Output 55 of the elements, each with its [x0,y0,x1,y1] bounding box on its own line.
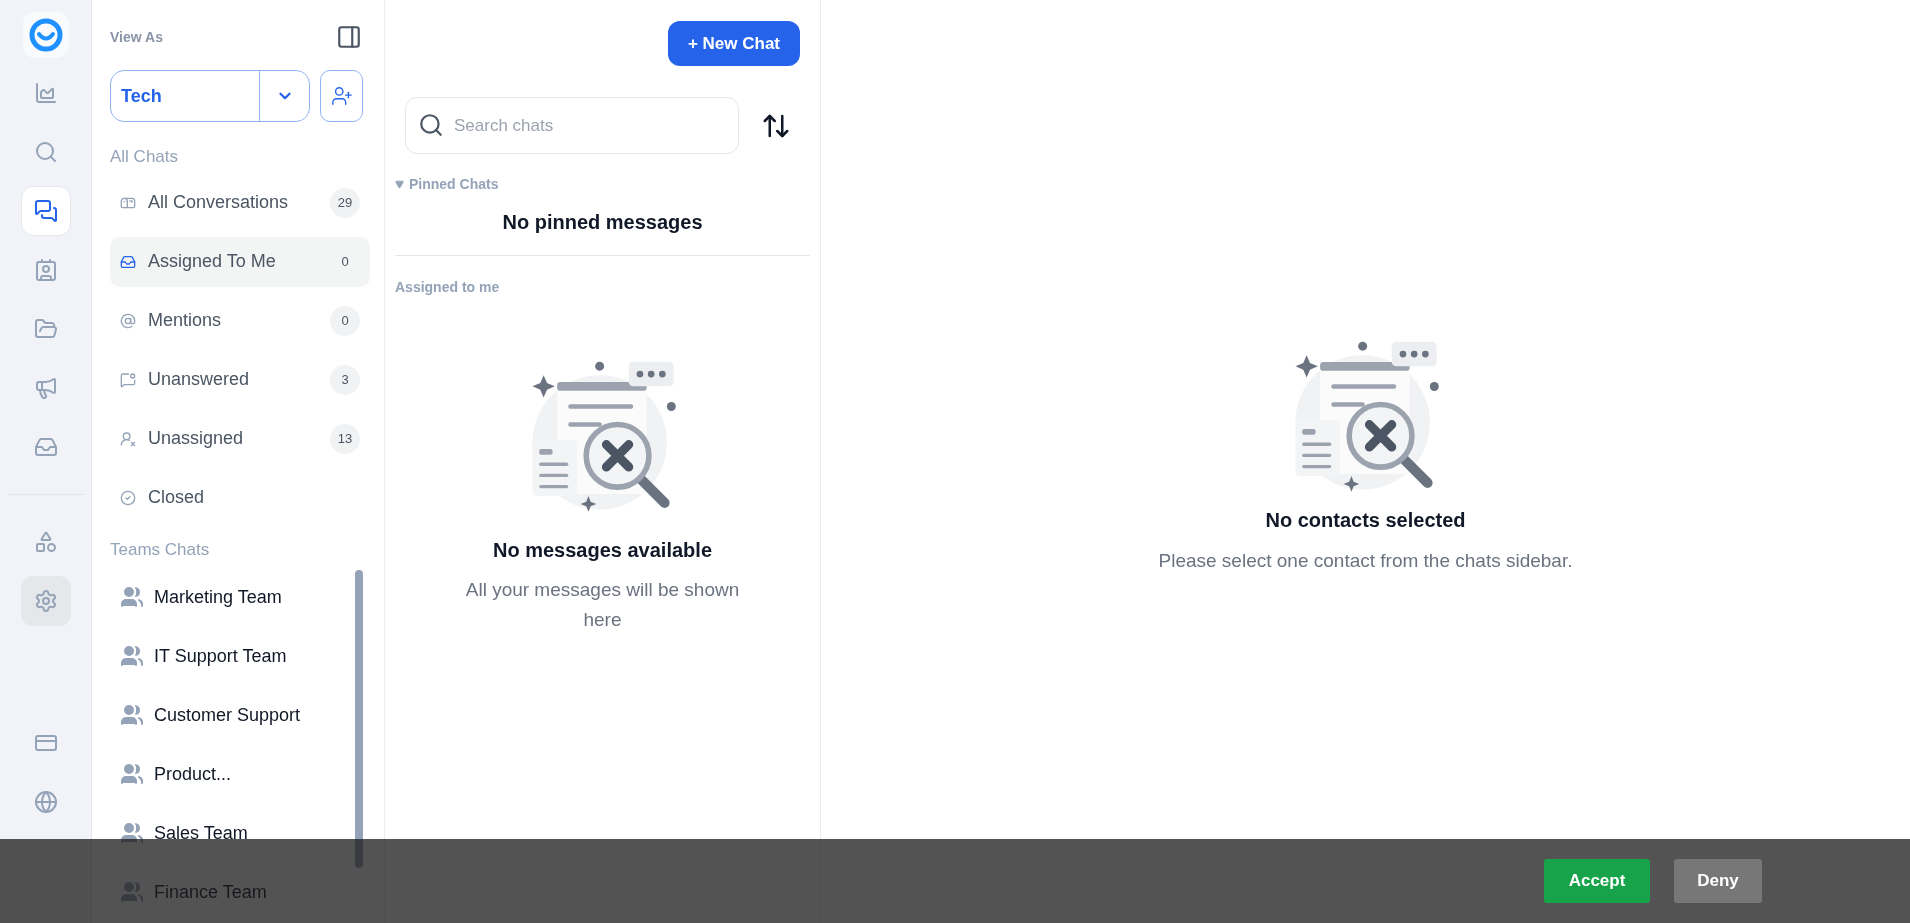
view-as-label: View As [110,27,163,47]
inbox-icon [33,435,58,459]
chart-icon [33,81,58,105]
settings-nav-button[interactable] [20,576,71,626]
empty-state-text: All your messages will be shown here [464,578,741,632]
group-icon [120,703,144,727]
section-heading: Teams Chats [110,538,211,561]
chat-filter-item[interactable]: Closed [110,472,370,523]
settings-icon [33,589,58,613]
count-label: 0 [341,311,349,330]
folder-icon [33,317,58,341]
count-label: 13 [337,429,353,448]
user-icon [120,430,136,447]
chat-filter-item[interactable]: Unanswered 3 [110,354,370,405]
count-label: 29 [337,193,353,212]
group-icon [120,762,144,786]
empty-state-text: Please select one contact from the chats sidebar. [1158,549,1573,573]
view-as-dropdown[interactable]: Tech [110,70,310,122]
message-icon [120,371,136,388]
logo-icon [28,18,63,52]
globe-icon [33,790,58,814]
team-chat-item[interactable]: Product... [120,759,232,789]
search-icon [418,112,444,138]
chat-filter-item[interactable]: Assigned To Me 0 [110,236,370,287]
panel-toggle-icon[interactable] [336,24,362,50]
add-user-button[interactable] [320,70,363,122]
contact-card-icon [33,258,58,282]
deny-button[interactable]: Deny [1674,859,1762,903]
megaphone-icon [33,376,58,400]
group-icon [120,644,144,668]
chat-filter-item[interactable]: Unassigned 13 [110,413,370,464]
caret-icon [395,180,404,189]
count-label: 3 [341,370,349,389]
section-heading: Assigned to me [395,278,501,297]
group-icon [120,585,144,609]
chat-filter-item[interactable]: Mentions 0 [110,295,370,346]
empty-state-title: No contacts selected [1265,508,1466,533]
search-icon [33,140,58,164]
check-circle-icon [120,489,136,506]
team-chat-item[interactable]: Marketing Team [120,582,282,612]
chat-bubbles-icon [33,199,58,223]
team-chat-item[interactable]: Customer Support [120,700,301,730]
empty-state-title: No messages available [493,538,712,563]
count-label: 0 [340,252,350,271]
chat-bubbles-nav-button[interactable] [20,186,71,236]
chat-filter-item[interactable]: All Conversations 29 [110,177,370,228]
at-sign-icon [120,312,136,329]
new-chat-button[interactable]: + New Chat [667,21,800,66]
search-field[interactable]: Search chats [405,97,739,154]
empty-message: No pinned messages [502,210,703,235]
shapes-icon [33,530,58,554]
team-chat-item[interactable]: IT Support Team [120,641,287,671]
inbox-icon [120,253,136,270]
section-heading: All Chats [110,146,180,168]
user-plus-icon [330,85,353,107]
